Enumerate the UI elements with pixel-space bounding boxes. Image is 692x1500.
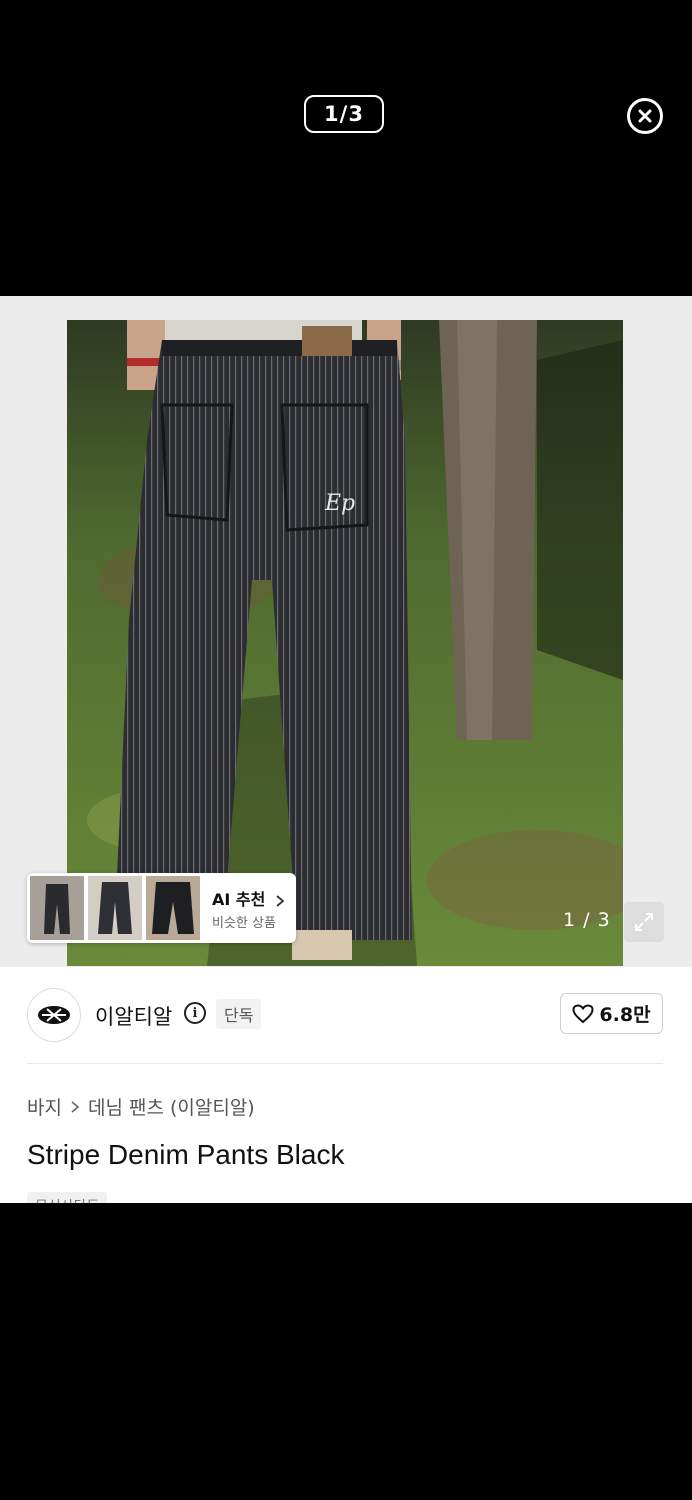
ai-recommend-subtitle: 비슷한 상품 (212, 916, 276, 931)
viewer-top-bar: 1/3 (0, 0, 692, 296)
divider (27, 1063, 663, 1064)
ai-thumb-2[interactable] (88, 876, 142, 940)
breadcrumb: 바지 데님 팬츠 (이알티알) (27, 1093, 255, 1120)
product-tag: 무신사단독 (27, 1192, 108, 1203)
close-circle-icon (638, 109, 652, 123)
heart-icon (572, 1003, 594, 1023)
ai-recommend-card[interactable]: AI 추천 비슷한 상품 (27, 873, 296, 943)
close-button[interactable] (627, 98, 663, 134)
ai-thumb-1[interactable] (30, 876, 84, 940)
photo-counter: 1 / 3 (563, 909, 611, 931)
product-sheet: Ep AI 추천 비슷한 상품 1 / 3 이알티알 i 단독 6.8만 바지 … (0, 296, 692, 1203)
expand-button[interactable] (624, 902, 664, 942)
chevron-right-icon (71, 1100, 80, 1113)
exclusive-badge: 단독 (216, 999, 262, 1029)
breadcrumb-category[interactable]: 바지 (27, 1093, 62, 1120)
like-count: 6.8만 (599, 1004, 651, 1026)
image-counter-pill: 1/3 (304, 95, 384, 133)
expand-arrows-icon (635, 913, 653, 931)
brand-logo[interactable] (27, 988, 81, 1042)
product-title: Stripe Denim Pants Black (27, 1139, 345, 1170)
product-photo[interactable]: Ep (67, 320, 623, 966)
info-circle-icon[interactable]: i (184, 1002, 206, 1024)
brand-name[interactable]: 이알티알 (95, 1001, 172, 1031)
ai-recommend-title: AI 추천 (212, 886, 285, 910)
product-gallery[interactable]: Ep AI 추천 비슷한 상품 1 / 3 (0, 296, 692, 967)
svg-text:Ep: Ep (324, 491, 355, 516)
breadcrumb-subcategory[interactable]: 데님 팬츠 (이알티알) (88, 1093, 255, 1120)
chevron-right-icon (276, 894, 285, 907)
ai-thumb-3[interactable] (146, 876, 200, 940)
like-button[interactable]: 6.8만 (560, 993, 663, 1034)
